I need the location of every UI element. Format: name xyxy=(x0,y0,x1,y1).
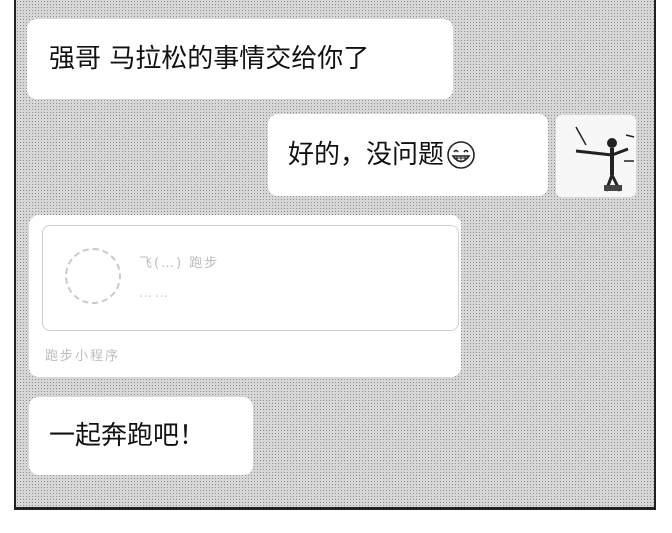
grinning-face-icon xyxy=(447,141,475,169)
message-text: 强哥 马拉松的事情交给你了 xyxy=(49,44,370,74)
chat-bubble-outgoing[interactable]: 好的，没问题 xyxy=(268,114,548,196)
chat-screen: 强哥 马拉松的事情交给你了 好的，没问题 飞(…) 跑步 …… 跑步小程序 一起… xyxy=(14,0,656,510)
card-subtitle: …… xyxy=(139,286,171,301)
card-body: 飞(…) 跑步 …… xyxy=(42,225,459,331)
card-footer-label: 跑步小程序 xyxy=(45,349,121,364)
message-text: 一起奔跑吧！ xyxy=(49,421,206,451)
mini-program-card[interactable]: 飞(…) 跑步 …… 跑步小程序 xyxy=(29,215,461,377)
card-title: 飞(…) 跑步 xyxy=(139,256,220,271)
message-text: 好的，没问题 xyxy=(288,140,445,170)
chat-bubble-incoming[interactable]: 一起奔跑吧！ xyxy=(29,397,253,475)
avatar[interactable] xyxy=(556,115,636,197)
sports-figure-avatar xyxy=(556,115,636,197)
chat-bubble-incoming[interactable]: 强哥 马拉松的事情交给你了 xyxy=(27,19,453,99)
app-logo-icon xyxy=(65,248,121,304)
